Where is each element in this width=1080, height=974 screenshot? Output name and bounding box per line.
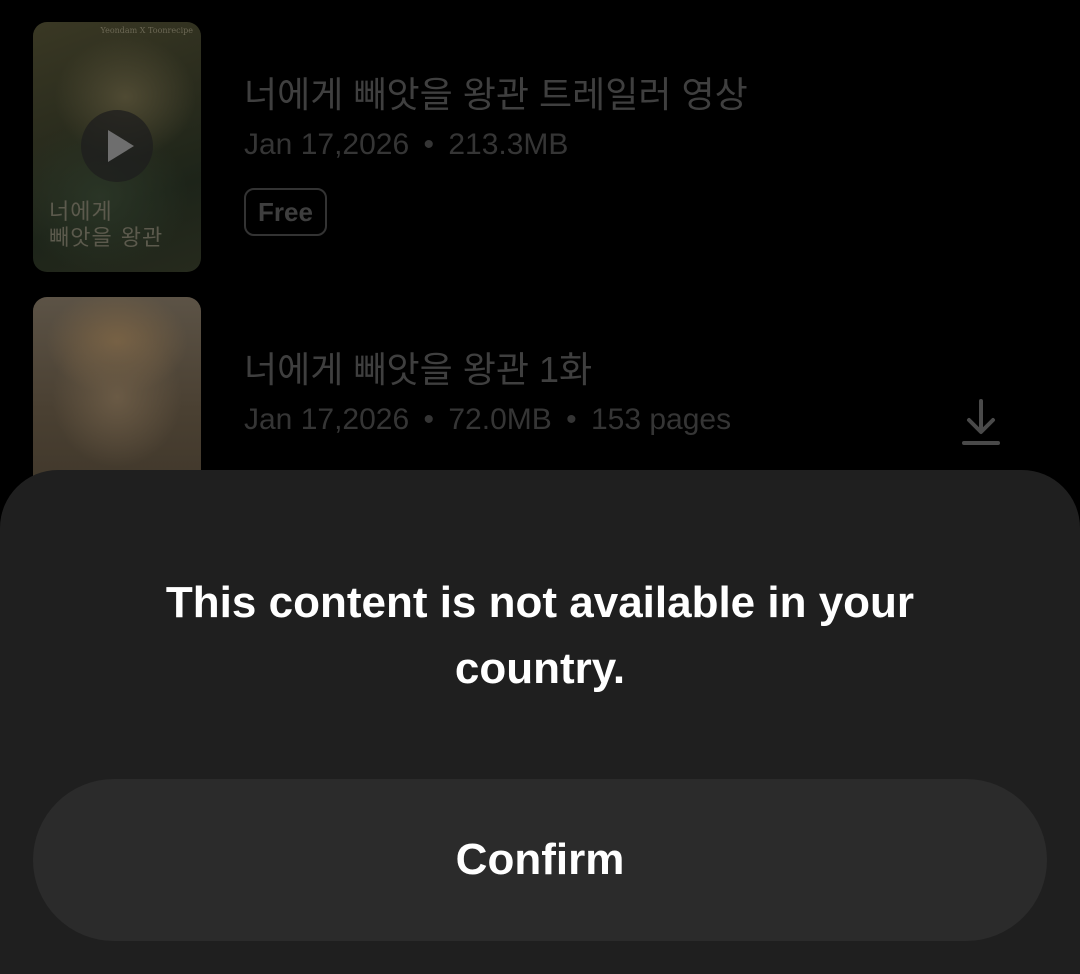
episode-date: Jan 17,2026	[244, 128, 410, 161]
episode-thumbnail[interactable]: Yeondam X Toonrecipe 너에게 빼앗을 왕관	[33, 22, 201, 272]
episode-size: 213.3MB	[448, 128, 569, 161]
episode-date: Jan 17,2026	[244, 403, 410, 436]
thumbnail-title: 너에게 빼앗을 왕관	[49, 200, 164, 251]
episode-pages: 153 pages	[590, 403, 732, 436]
bottom-sheet-dialog: This content is not available in your co…	[0, 470, 1080, 974]
episode-title: 너에게 빼앗을 왕관 1화	[244, 349, 593, 390]
thumbnail-publisher: Yeondam X Toonrecipe	[100, 26, 194, 35]
episode-size: 72.0MB	[448, 403, 552, 436]
episode-meta: Jan 17,2026 • 213.3MB	[244, 128, 568, 162]
episode-meta: Jan 17,2026 • 72.0MB • 153 pages	[244, 403, 731, 437]
list-item[interactable]: Yeondam X Toonrecipe 너에게 빼앗을 왕관 너에게 빼앗을 …	[0, 22, 1080, 272]
play-icon[interactable]	[81, 110, 153, 182]
episode-title: 너에게 빼앗을 왕관 트레일러 영상	[244, 74, 748, 115]
meta-separator: •	[566, 403, 577, 436]
download-icon[interactable]	[962, 399, 1000, 447]
screen: Yeondam X Toonrecipe 너에게 빼앗을 왕관 너에게 빼앗을 …	[0, 0, 1080, 974]
meta-separator: •	[423, 128, 435, 161]
meta-separator: •	[423, 403, 435, 436]
dialog-message: This content is not available in your co…	[165, 578, 915, 693]
confirm-button[interactable]: Confirm	[33, 779, 1047, 941]
free-badge: Free	[244, 188, 327, 236]
